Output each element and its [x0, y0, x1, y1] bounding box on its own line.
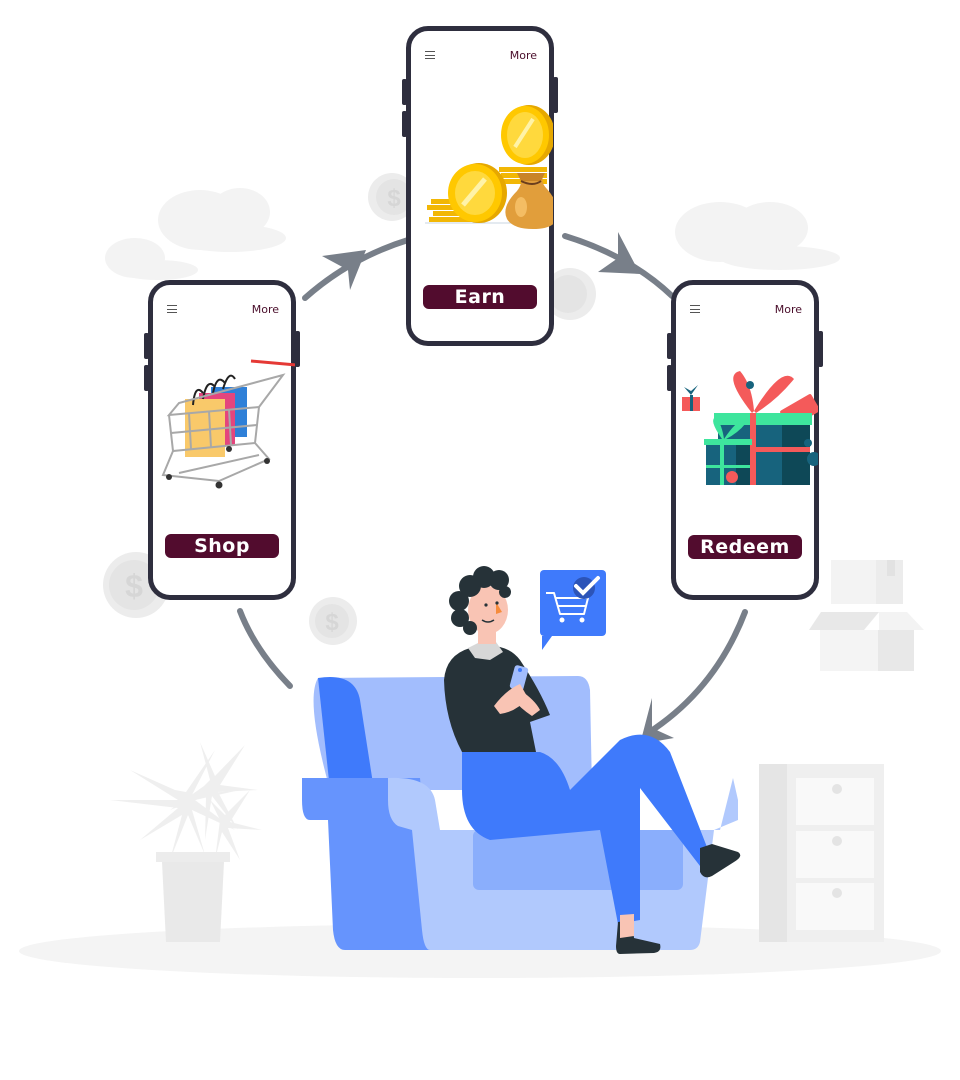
phone-side-button: [402, 79, 407, 105]
phone-side-button: [144, 365, 149, 391]
gift-tiny: [682, 385, 700, 411]
phone-side-button: [295, 331, 300, 367]
phone-earn: More Earn: [402, 26, 558, 346]
redeem-button[interactable]: Redeem: [688, 535, 802, 559]
speech-bubble: [540, 570, 606, 650]
gift-boxes-illustration: [682, 371, 818, 485]
coins-and-money-bag-illustration: [425, 105, 553, 229]
earn-button[interactable]: Earn: [423, 285, 537, 309]
phone-side-button: [144, 333, 149, 359]
cart-check-icon: [546, 576, 600, 623]
hamburger-icon[interactable]: [167, 305, 177, 313]
phone-shop: More Shop: [144, 280, 300, 600]
hamburger-icon[interactable]: [425, 51, 435, 59]
more-link[interactable]: More: [510, 49, 537, 62]
phone-side-button: [818, 331, 823, 367]
sofa-cushion: [473, 830, 683, 890]
more-link[interactable]: More: [775, 303, 802, 316]
more-link[interactable]: More: [252, 303, 279, 316]
phone-side-button: [553, 77, 558, 113]
phone-side-button: [402, 111, 407, 137]
coin-front: [448, 163, 507, 223]
phone-side-button: [667, 333, 672, 359]
phone-side-button: [667, 365, 672, 391]
shop-button[interactable]: Shop: [165, 534, 279, 558]
coin-large-tilted: [501, 105, 553, 165]
phone-redeem: More Redeem: [667, 280, 823, 600]
hamburger-icon[interactable]: [690, 305, 700, 313]
shopping-cart-illustration: [161, 359, 295, 489]
cart-frame: [161, 373, 286, 483]
